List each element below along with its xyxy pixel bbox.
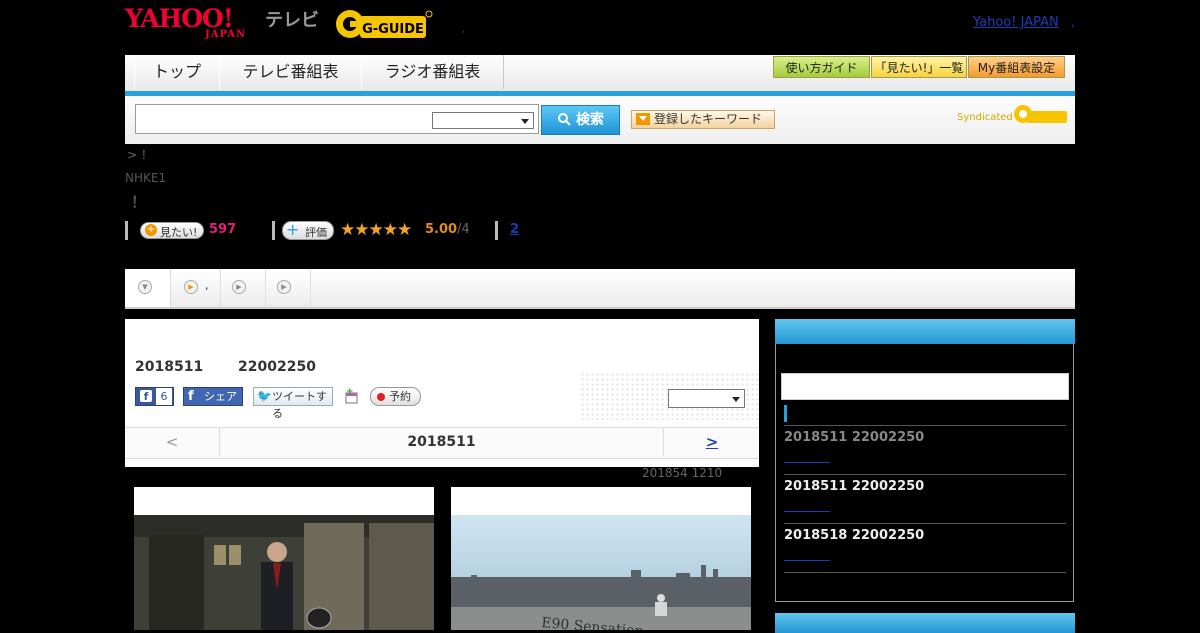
divider [784,523,1066,524]
rating-count: /4 [457,222,470,237]
saved-keywords-button[interactable]: 登録したキーワード [631,110,775,129]
sidebar-broadcast-date: 2018511 22002250 [784,479,925,494]
syndicated-gguide-logo: Syndicated [957,103,1069,127]
main-nav: トップ テレビ番組表 ラジオ番組表 使い方ガイド 「見たい!」一覧 My番組表設… [125,55,1075,96]
program-title: ！ [131,193,147,211]
chevron-down-icon: ▼ [138,280,152,294]
sidebar-broadcast-date: 2018518 22002250 [784,528,925,543]
sidebar-header [775,319,1075,344]
star-rating: ★★★★★ [340,220,412,240]
chevron-down-icon [636,113,650,125]
program-image-1[interactable] [134,487,434,630]
want-list-button[interactable]: 「見たい!」一覧 [871,56,967,78]
reserve-label: 予約 [389,390,411,403]
saved-keywords-label: 登録したキーワード [654,112,763,126]
facebook-like-button[interactable]: f 6 [135,387,174,406]
play-icon: ▶ [277,280,291,294]
want-label: 見たい! [160,226,198,239]
divider [125,221,128,240]
previous-episode-button[interactable]: < [125,428,220,456]
tweet-button[interactable]: 🐦 ツイートする [253,387,333,420]
air-time: 22002250 [238,359,316,375]
facebook-count: 6 [156,388,172,405]
divider [495,221,498,240]
facebook-icon: f [140,390,152,403]
my-listings-settings-button[interactable]: My番組表設定 [968,56,1065,78]
sidebar-subheader [781,373,1069,400]
syndicated-text: Syndicated [957,112,1013,123]
rating-score: 5.00 [425,222,458,237]
search-button-label: 検索 [575,112,604,128]
sidebar-broadcast-link[interactable] [784,462,830,463]
twitter-icon: 🐦 [257,389,272,403]
channel-name: NHKE1 [125,171,167,185]
yahoo-japan-link[interactable]: Yahoo! JAPAN [973,15,1059,30]
subtab-2[interactable]: ▶ , [171,269,221,307]
rate-button[interactable]: + 評価 [282,220,334,240]
facebook-icon: f [188,389,194,404]
want-button[interactable]: + 見たい! [140,222,204,239]
chevron-down-icon [521,119,529,124]
sidebar-broadcast-link[interactable] [784,511,830,512]
tab-tv-listings[interactable]: テレビ番組表 [219,55,362,89]
search-icon [558,113,571,126]
city-rooftop-scene-image: E90 Sensation [451,515,751,630]
tv-logo-text[interactable]: テレビ [265,6,319,32]
header-separator: , [462,24,466,35]
sidebar-broadcast-date: 2018511 22002250 [784,430,925,445]
gguide-mini-logo [1014,105,1067,123]
sidebar-broadcast-link[interactable] [784,560,830,561]
record-icon [377,393,385,401]
play-icon: ▶ [184,280,198,294]
episode-select[interactable] [668,389,745,408]
plus-icon: + [286,220,300,239]
gguide-logo-graphic: G-GUIDE [336,10,433,38]
rate-label: 評価 [305,226,327,239]
air-date: 2018511 [135,359,204,375]
review-count-link[interactable]: 2 [510,222,519,237]
header-separator: , [1071,15,1075,29]
tweet-label: ツイートする [272,390,327,420]
usage-guide-button[interactable]: 使い方ガイド [773,56,870,78]
facebook-share-label: シェア [204,390,237,403]
search-button[interactable]: 検索 [541,105,620,135]
next-episode-link[interactable]: > [663,428,760,456]
subtab-2-label: , [205,279,209,292]
program-subtabs: ▼ ▶ , ▶ ▶ [125,269,1075,309]
svg-text:+: + [346,388,354,397]
divider [784,572,1066,573]
reserve-recording-button[interactable]: 予約 [370,387,421,406]
divider [272,221,275,240]
add-calendar-icon[interactable]: + [343,387,359,404]
program-image-2[interactable]: E90 Sensation [451,487,751,630]
japan-logo-text: JAPAN [205,29,247,40]
gguide-logo-text: G-GUIDE [362,22,424,37]
restroom-scene-image [134,515,434,630]
play-icon: ▶ [232,280,246,294]
facebook-share-button[interactable]: f シェア [183,387,243,406]
subtab-3[interactable]: ▶ [221,269,266,307]
tab-top[interactable]: トップ [134,55,220,89]
divider [784,474,1066,475]
plus-icon: + [145,224,157,236]
yahoo-japan-logo[interactable]: YAHOO! JAPAN [125,4,261,42]
divider [784,425,1066,426]
chevron-down-icon [732,397,740,402]
sidebar-section-marker [784,405,787,422]
breadcrumb: > ！ [127,148,153,162]
want-count: 597 [209,222,237,237]
subtab-4[interactable]: ▶ [266,269,311,307]
subtab-overview[interactable]: ▼ [125,269,171,307]
updated-timestamp: 201854 1210 [642,466,723,480]
current-episode-date: 2018511 [407,434,476,450]
sidebar-header-2 [775,613,1075,633]
search-category-select[interactable] [432,112,534,129]
tab-radio-listings[interactable]: ラジオ番組表 [361,55,504,89]
gguide-logo[interactable]: G-GUIDE [334,6,434,42]
